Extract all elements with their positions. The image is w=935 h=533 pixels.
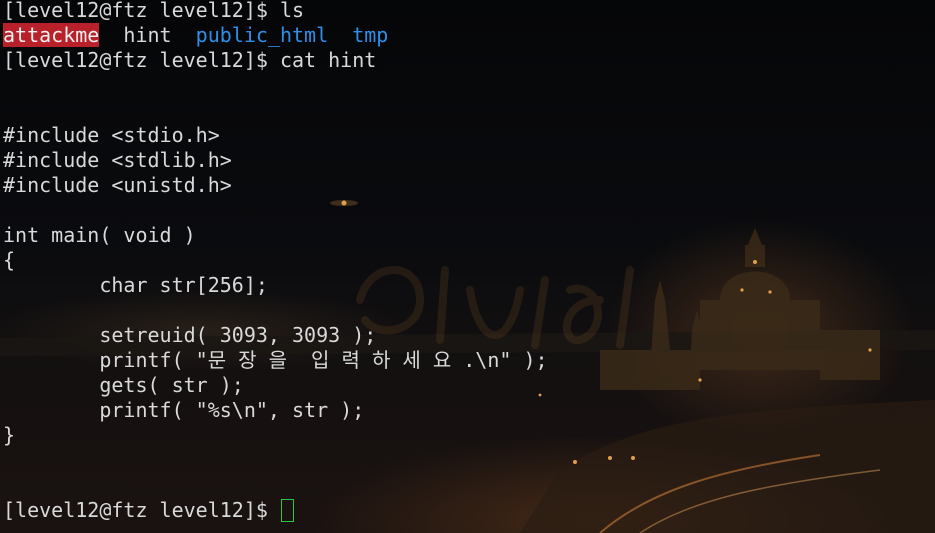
terminal-line: #include <unistd.h> bbox=[3, 173, 548, 198]
line-text: } bbox=[3, 423, 16, 447]
terminal-line: setreuid( 3093, 3093 ); bbox=[3, 323, 548, 348]
terminal-line: #include <stdio.h> bbox=[3, 123, 548, 148]
terminal-line: [level12@ftz level12]$ ls bbox=[3, 0, 548, 23]
terminal-line: printf( "%s\n", str ); bbox=[3, 398, 548, 423]
line-text: #include <stdio.h> bbox=[3, 123, 220, 147]
terminal-line: [level12@ftz level12]$ bbox=[3, 498, 548, 523]
line-text: [level12@ftz level12]$ bbox=[3, 498, 280, 522]
line-text: gets( str ); bbox=[3, 373, 244, 397]
line-text: setreuid( 3093, 3093 ); bbox=[3, 323, 377, 347]
line-text bbox=[328, 23, 352, 47]
line-text: int main( void ) bbox=[3, 223, 196, 247]
terminal-line: char str[256]; bbox=[3, 273, 548, 298]
terminal-line: { bbox=[3, 248, 548, 273]
line-text: #include <stdlib.h> bbox=[3, 148, 232, 172]
directory-entry: tmp bbox=[352, 23, 389, 47]
block-cursor-icon bbox=[280, 499, 294, 522]
terminal-window[interactable]: [level12@ftz level12]$ ls attackme hint p… bbox=[0, 0, 935, 533]
line-text: char str[256]; bbox=[3, 273, 268, 297]
line-text: [level12@ftz level12]$ ls bbox=[3, 0, 305, 22]
line-text: [level12@ftz level12]$ cat hint bbox=[3, 48, 377, 72]
terminal-line: printf( "문 장 을 입 력 하 세 요 .\n" ); bbox=[3, 348, 548, 373]
terminal-line: [level12@ftz level12]$ cat hint bbox=[3, 48, 548, 73]
line-text: { bbox=[3, 248, 16, 272]
line-text: printf( "문 장 을 입 력 하 세 요 .\n" ); bbox=[3, 348, 548, 372]
terminal-output: [level12@ftz level12]$ ls attackme hint p… bbox=[3, 0, 548, 523]
terminal-line: gets( str ); bbox=[3, 373, 548, 398]
line-text: hint bbox=[99, 23, 196, 47]
terminal-line: int main( void ) bbox=[3, 223, 548, 248]
line-text: #include <unistd.h> bbox=[3, 173, 232, 197]
directory-entry: public_html bbox=[195, 23, 329, 47]
terminal-line: #include <stdlib.h> bbox=[3, 148, 548, 173]
line-text: printf( "%s\n", str ); bbox=[3, 398, 365, 422]
terminal-line: attackme hint public_html tmp bbox=[3, 23, 548, 48]
executable-file-entry: attackme bbox=[3, 23, 100, 47]
terminal-line: } bbox=[3, 423, 548, 448]
